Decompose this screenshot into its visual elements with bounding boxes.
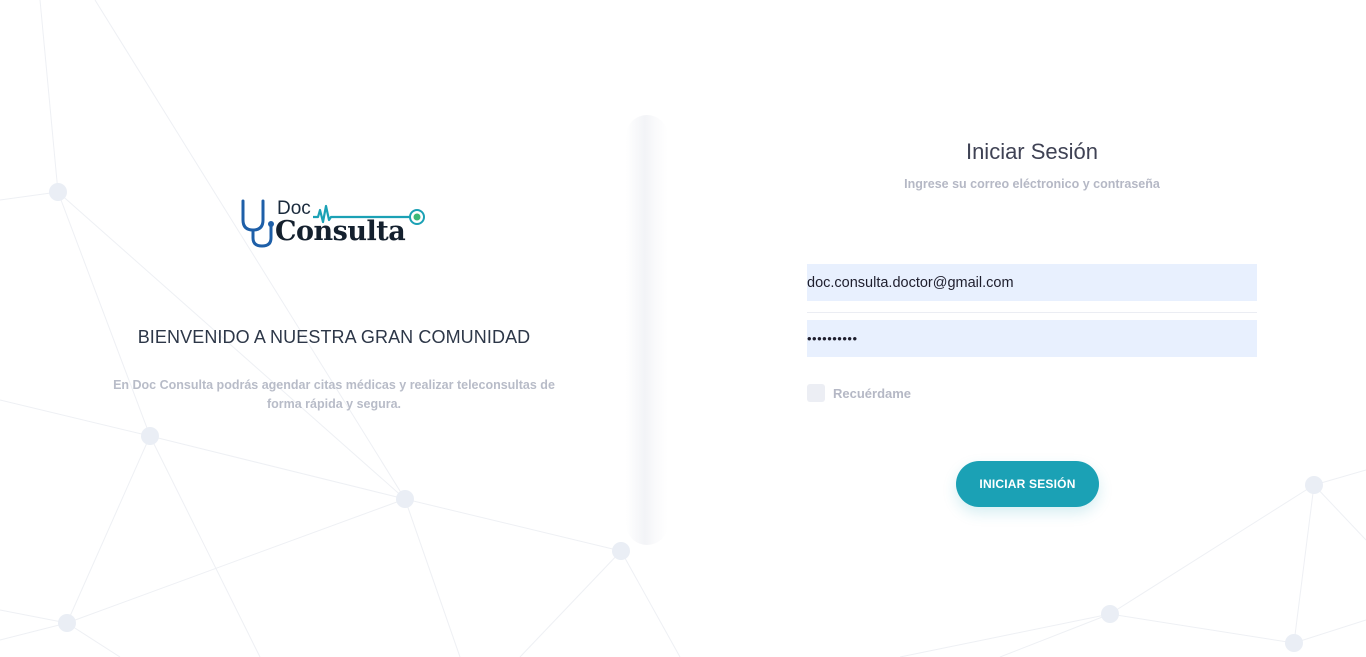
doc-consulta-logo: Doc Consulta — [240, 196, 430, 254]
logo-word-consulta: Consulta — [275, 216, 406, 247]
login-title: Iniciar Sesión — [965, 139, 1099, 164]
password-field[interactable]: •••••••••• — [807, 320, 1257, 357]
remember-me-checkbox[interactable]: Recuérdame — [807, 384, 911, 402]
remember-me-label: Recuérdame — [833, 385, 912, 401]
login-page: Doc Consulta BIENVENIDO A NUESTRA GRAN C… — [0, 0, 1366, 657]
login-subtitle: Ingrese su correo eléctronico y contrase… — [904, 177, 1160, 191]
panel-divider — [626, 115, 668, 545]
login-submit-button[interactable]: INICIAR SESIÓN — [956, 461, 1099, 507]
field-separator — [807, 312, 1257, 313]
welcome-title: BIENVENIDO A NUESTRA GRAN COMUNIDAD — [137, 327, 531, 347]
welcome-description: En Doc Consulta podrás agendar citas méd… — [113, 378, 555, 411]
checkbox-icon[interactable] — [807, 384, 825, 402]
email-field[interactable]: doc.consulta.doctor@gmail.com — [807, 264, 1257, 301]
